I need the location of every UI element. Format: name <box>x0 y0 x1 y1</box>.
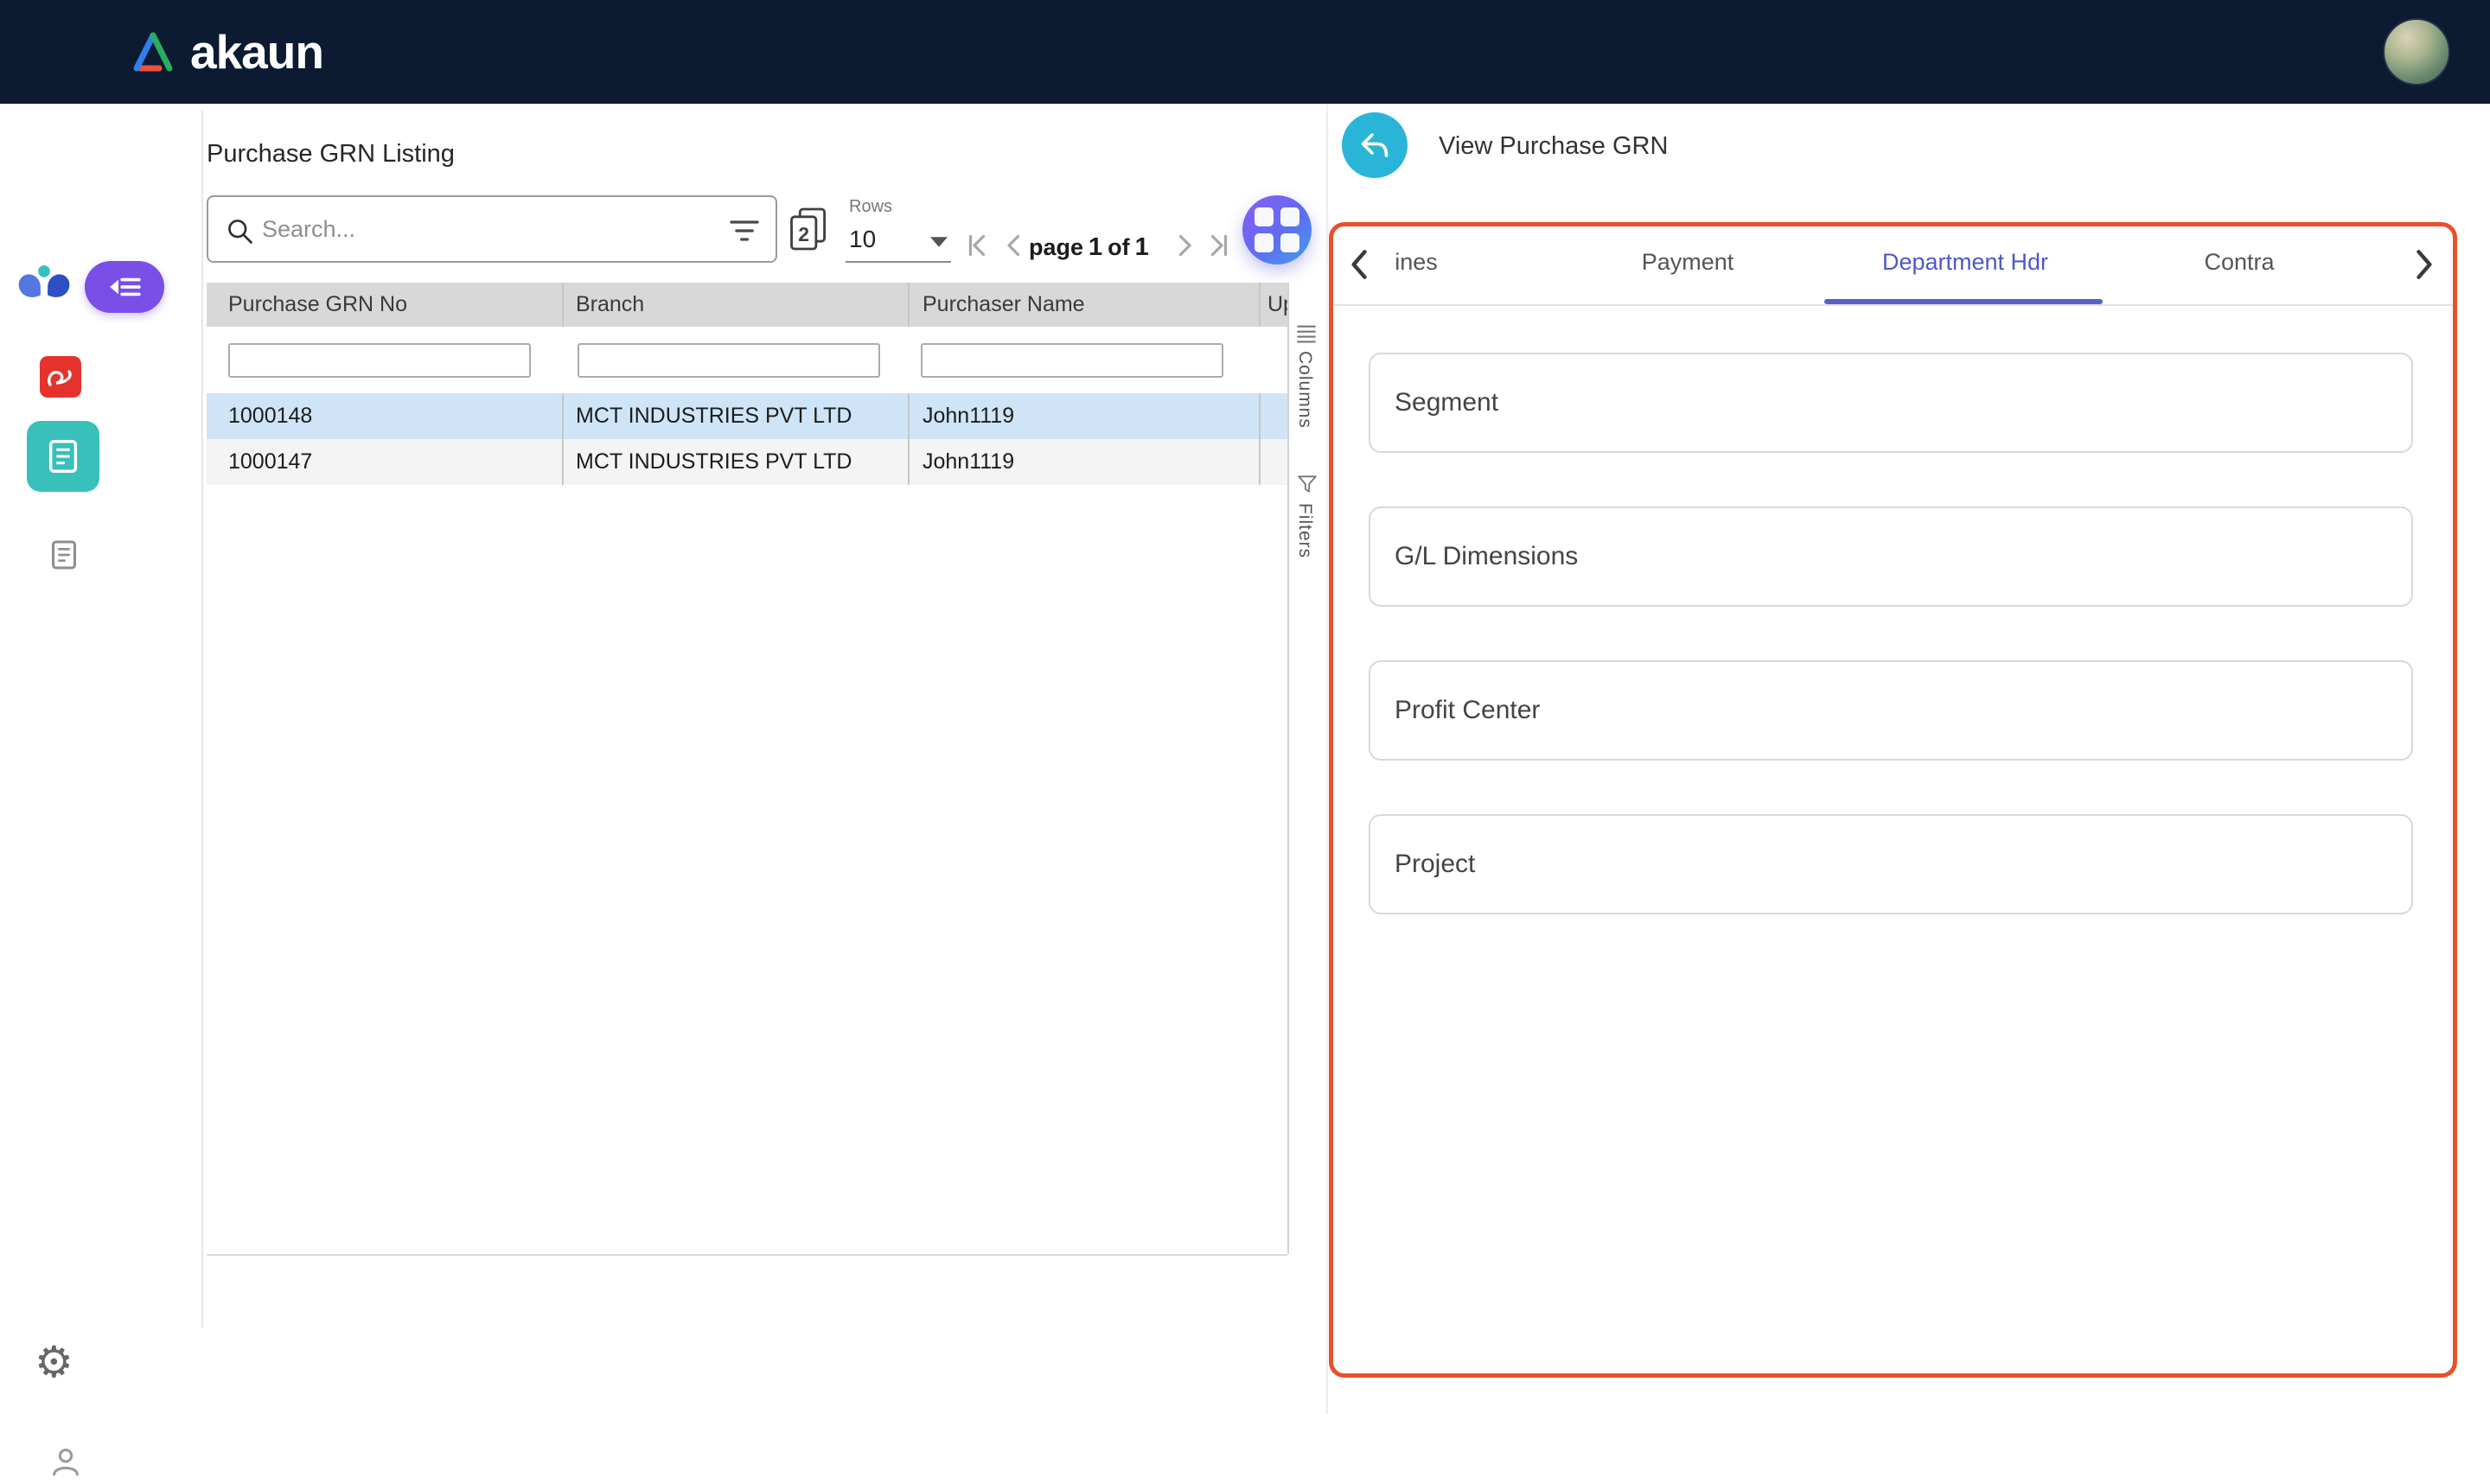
last-page-icon <box>1204 230 1235 261</box>
rows-select-underline <box>846 261 951 263</box>
sidebar-item-documents[interactable] <box>47 536 81 574</box>
table-row-selected[interactable]: 1000148 MCT INDUSTRIES PVT LTD John1119 <box>207 393 1287 439</box>
brand-name: akaun <box>190 28 323 76</box>
top-navigation-bar: akaun <box>0 0 2490 104</box>
column-filter-row <box>207 327 1287 393</box>
pages-count: 2 <box>798 223 809 245</box>
columns-icon <box>1295 323 1318 344</box>
section-card-label: G/L Dimensions <box>1370 508 2411 605</box>
section-card-project[interactable]: Project <box>1369 814 2413 914</box>
filter-list-icon[interactable] <box>727 218 762 248</box>
cell-purchaser-name: John1119 <box>910 393 1261 439</box>
pagination-next-button[interactable] <box>1169 230 1200 265</box>
reply-arrow-icon <box>1357 128 1393 162</box>
user-avatar[interactable] <box>2383 18 2450 86</box>
document-list-icon <box>43 436 83 476</box>
cell-clipped <box>1261 439 1287 485</box>
rows-value: 10 <box>849 226 876 252</box>
hands-icon <box>16 256 73 313</box>
page-title: Purchase GRN Listing <box>207 140 455 169</box>
content-left-divider <box>201 111 203 1328</box>
gear-glyph: ⚙ <box>35 1338 73 1386</box>
cell-branch: MCT INDUSTRIES PVT LTD <box>564 393 910 439</box>
cell-purchase-grn-no: 1000148 <box>207 393 564 439</box>
tab-department-hdr[interactable]: Department Hdr <box>1840 249 2091 276</box>
columns-rail-label[interactable]: Columns <box>1294 351 1315 429</box>
menu-expand-icon <box>108 275 141 299</box>
chevron-left-icon <box>1345 245 1375 283</box>
person-icon <box>48 1443 83 1480</box>
cell-branch: MCT INDUSTRIES PVT LTD <box>564 439 910 485</box>
search-input[interactable] <box>262 199 712 259</box>
section-card-label: Profit Center <box>1370 662 2411 759</box>
table-header: Purchase GRN No Branch Purchaser Name Up <box>207 283 1287 327</box>
search-icon <box>224 215 255 246</box>
pdf-icon <box>40 356 81 398</box>
detail-title: View Purchase GRN <box>1439 130 1668 162</box>
filters-rail-label[interactable]: Filters <box>1294 503 1315 558</box>
logo-triangle-icon <box>130 30 176 73</box>
pagination-last-button[interactable] <box>1204 230 1235 265</box>
tabbar-divider <box>1333 304 2454 306</box>
cell-purchase-grn-no: 1000147 <box>207 439 564 485</box>
filter-input-grn-no[interactable] <box>228 343 531 378</box>
sidebar-item-grn-listing-active[interactable] <box>27 421 99 492</box>
rows-label: Rows <box>849 197 892 217</box>
table-bottom-divider <box>207 1254 1287 1256</box>
settings-icon[interactable]: ⚙ <box>35 1338 73 1386</box>
section-card-label: Segment <box>1370 354 2411 451</box>
section-card-profit-center[interactable]: Profit Center <box>1369 660 2413 761</box>
column-header-purchase-grn-no[interactable]: Purchase GRN No <box>207 283 564 327</box>
profile-icon[interactable] <box>48 1443 83 1480</box>
chevron-right-icon <box>2409 245 2438 283</box>
tabs-scroll-right-button[interactable] <box>2409 245 2438 288</box>
hands-module-icon[interactable] <box>16 256 73 313</box>
column-header-clipped[interactable]: Up <box>1261 283 1287 327</box>
columns-rail-button[interactable] <box>1295 323 1318 348</box>
back-button[interactable] <box>1342 112 1408 178</box>
cell-clipped <box>1261 393 1287 439</box>
pagination-prev-button[interactable] <box>999 230 1030 265</box>
pagination-first-button[interactable] <box>961 230 993 265</box>
sidebar-expand-button[interactable] <box>85 261 164 313</box>
tab-lines-clipped[interactable]: ines <box>1382 249 1451 276</box>
column-header-branch[interactable]: Branch <box>564 283 910 327</box>
sidebar-item-pdf[interactable] <box>40 356 81 398</box>
chevron-down-icon <box>930 237 948 247</box>
duplicate-pages-icon[interactable]: 2 <box>788 206 828 257</box>
section-card-segment[interactable]: Segment <box>1369 353 2413 453</box>
column-header-purchaser-name[interactable]: Purchaser Name <box>910 283 1261 327</box>
rows-per-page-select[interactable]: 10 <box>849 221 951 263</box>
chevron-left-icon <box>999 230 1030 261</box>
grid-icon <box>1255 207 1299 252</box>
filters-rail-button[interactable] <box>1297 474 1318 499</box>
document-outline-icon <box>47 536 81 574</box>
search-box <box>207 195 777 263</box>
grid-view-button[interactable] <box>1242 195 1312 264</box>
brand-logo[interactable]: akaun <box>130 28 323 76</box>
chevron-right-icon <box>1169 230 1200 261</box>
active-tab-underline <box>1824 299 2103 304</box>
tab-payment[interactable]: Payment <box>1608 249 1767 276</box>
first-page-icon <box>961 230 993 261</box>
table-row[interactable]: 1000147 MCT INDUSTRIES PVT LTD John1119 <box>207 439 1287 485</box>
cell-purchaser-name: John1119 <box>910 439 1261 485</box>
funnel-icon <box>1297 474 1318 494</box>
sidebar: ⚙ <box>0 104 130 1414</box>
tabs-scroll-left-button[interactable] <box>1345 245 1375 288</box>
filter-input-branch[interactable] <box>578 343 880 378</box>
section-card-label: Project <box>1370 816 2411 913</box>
tab-contra[interactable]: Contra <box>2177 249 2302 276</box>
filter-input-purchaser[interactable] <box>921 343 1223 378</box>
section-card-gl-dimensions[interactable]: G/L Dimensions <box>1369 506 2413 607</box>
pagination-status: page1of1 <box>1029 233 1154 262</box>
